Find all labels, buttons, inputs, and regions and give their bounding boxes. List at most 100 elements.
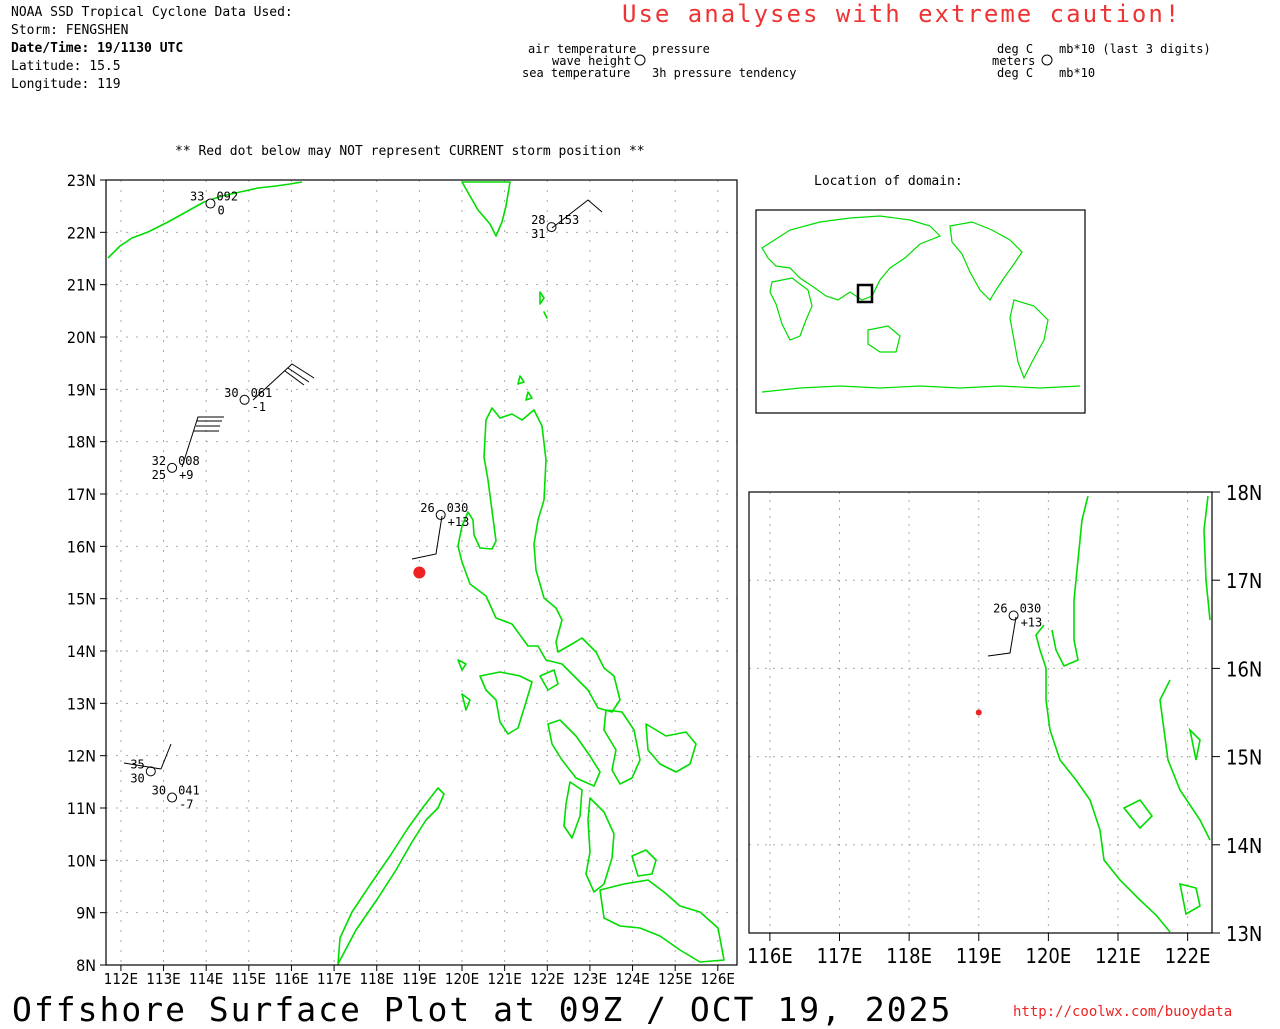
lon-label: 119E xyxy=(402,970,436,988)
station-sea-temp: 25 xyxy=(152,468,166,482)
lat-label: 11N xyxy=(67,799,96,818)
world-inset-frame xyxy=(755,209,1086,414)
lon-label: 117E xyxy=(817,944,863,968)
lat-label: 15N xyxy=(1226,746,1262,770)
station-pressure-tendency: +13 xyxy=(448,515,470,529)
world-inset-map xyxy=(755,209,1086,414)
map-canvas: 33 092028 1533130 061-132 00825 +926 030+13353… xyxy=(67,54,1262,988)
lat-label: 12N xyxy=(67,747,96,766)
lon-label: 114E xyxy=(189,970,223,988)
station-circle xyxy=(205,198,216,209)
lat-label: 18N xyxy=(1226,481,1262,505)
lat-label: 20N xyxy=(67,328,96,347)
lon-label: 121E xyxy=(487,970,521,988)
station-air-temp: 30 xyxy=(224,386,238,400)
zoom-wind-barb xyxy=(987,616,1017,657)
source-url[interactable]: http://coolwx.com/buoydata xyxy=(1013,1004,1232,1020)
station-circle xyxy=(435,509,446,520)
station-air-temp: 32 xyxy=(152,454,166,468)
station-pressure-tendency: -1 xyxy=(252,400,266,414)
lat-label: 13N xyxy=(67,694,96,713)
station-circle xyxy=(1008,610,1019,621)
lat-label: 18N xyxy=(67,433,96,452)
station-pressure-tendency: +9 xyxy=(179,468,193,482)
station-sea-temp: 30 xyxy=(130,771,144,785)
lon-label: 118E xyxy=(360,970,394,988)
lon-label: 122E xyxy=(1165,944,1211,968)
lat-label: 16N xyxy=(67,537,96,556)
station-model: 26 030+13 xyxy=(993,601,1042,629)
lat-label: 10N xyxy=(67,851,96,870)
station-air-temp: 28 xyxy=(531,213,545,227)
main-map-lon-axis: 112E 113E 114E 115E 116E 117E 118E 119E 120E 121E… xyxy=(104,965,735,988)
station-air-temp: 26 xyxy=(993,601,1007,615)
lon-label: 113E xyxy=(146,970,180,988)
lat-label: 19N xyxy=(67,380,96,399)
station-circle xyxy=(546,222,557,233)
zoom-map-lon-axis: 116E 117E 118E 119E 120E 121E 122E xyxy=(747,933,1210,968)
zoom-map-stations: 26 030+13 xyxy=(993,601,1042,629)
storm-position-dot xyxy=(413,566,426,579)
station-model: 32 008 25 +9 xyxy=(152,454,200,482)
lon-label: 119E xyxy=(956,944,1002,968)
lat-label: 23N xyxy=(67,171,96,190)
lon-label: 124E xyxy=(615,970,649,988)
lon-label: 117E xyxy=(317,970,351,988)
lat-label: 13N xyxy=(1226,922,1262,946)
main-map: 33 0920 28 15331 30 061-1 32 008 25 +9 26 030+13 353… xyxy=(67,171,738,988)
station-model: 28 15331 xyxy=(531,213,579,241)
station-air-temp: 30 xyxy=(152,784,166,798)
station-circle xyxy=(167,792,178,803)
station-pressure-tendency: +13 xyxy=(1021,615,1043,629)
main-map-stations: 33 0920 28 15331 30 061-1 32 008 25 +9 26 030+13 353… xyxy=(130,190,579,812)
lat-label: 16N xyxy=(1226,657,1262,681)
zoom-inset-map: 26 030+13 18N 17N 16N 15N 14N 13N 116E 117E 118E… xyxy=(747,481,1262,968)
lon-label: 112E xyxy=(104,970,138,988)
zoom-map-lat-axis: 18N 17N 16N 15N 14N 13N xyxy=(1212,481,1262,946)
lon-label: 121E xyxy=(1095,944,1141,968)
wind-barbs xyxy=(123,199,603,770)
lon-label: 125E xyxy=(658,970,692,988)
station-pressure: 030 xyxy=(1020,601,1042,615)
station-circle xyxy=(167,462,178,473)
lat-label: 22N xyxy=(67,223,96,242)
lon-label: 123E xyxy=(573,970,607,988)
lat-label: 15N xyxy=(67,590,96,609)
lat-label: 21N xyxy=(67,276,96,295)
lat-label: 17N xyxy=(1226,569,1262,593)
main-map-lat-axis: 23N 22N 21N 20N 19N 18N 17N 16N 15N 14N 13N 12N 11N 1… xyxy=(67,171,106,975)
legend-units-circle xyxy=(1041,54,1053,66)
station-pressure: 041 xyxy=(178,784,200,798)
lon-label: 122E xyxy=(530,970,564,988)
station-model: 3530 xyxy=(130,757,156,785)
station-pressure: 008 xyxy=(178,454,200,468)
lat-label: 17N xyxy=(67,485,96,504)
station-air-temp: 26 xyxy=(420,501,434,515)
station-model: 26 030+13 xyxy=(420,501,469,529)
lat-label: 14N xyxy=(1226,834,1262,858)
station-model: 33 0920 xyxy=(190,190,238,218)
legend-station-circle xyxy=(634,54,646,66)
lon-label: 120E xyxy=(1026,944,1072,968)
station-sea-temp: 31 xyxy=(531,227,545,241)
zoom-map-coastline xyxy=(1035,495,1211,933)
station-circle xyxy=(239,394,250,405)
station-air-temp: 33 xyxy=(190,190,204,204)
station-model: 30 061-1 xyxy=(224,386,272,414)
lon-label: 126E xyxy=(701,970,735,988)
lat-label: 8N xyxy=(76,956,96,975)
lat-label: 9N xyxy=(76,904,96,923)
station-model: 30 041-7 xyxy=(152,784,200,812)
lon-label: 115E xyxy=(232,970,266,988)
lon-label: 118E xyxy=(886,944,932,968)
station-pressure-tendency: 0 xyxy=(217,204,224,218)
station-pressure-tendency: -7 xyxy=(179,798,193,812)
lon-label: 120E xyxy=(445,970,479,988)
station-pressure: 030 xyxy=(447,501,469,515)
lat-label: 14N xyxy=(67,642,96,661)
lon-label: 116E xyxy=(747,944,793,968)
zoom-storm-position-dot xyxy=(975,709,982,716)
lon-label: 116E xyxy=(274,970,308,988)
plot-title: Offshore Surface Plot at 09Z / OCT 19, 2… xyxy=(12,990,953,1029)
station-pressure: 092 xyxy=(216,190,238,204)
